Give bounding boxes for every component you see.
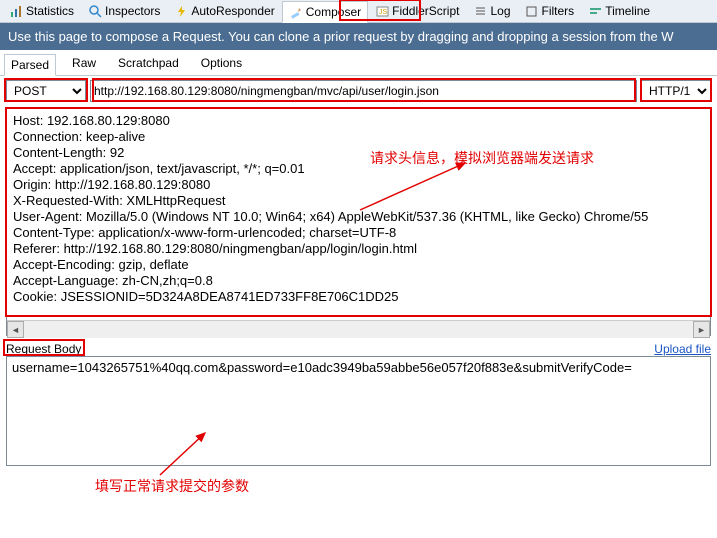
subtab-options[interactable]: Options <box>195 53 248 75</box>
subtab-scratchpad[interactable]: Scratchpad <box>112 53 185 75</box>
tab-log[interactable]: Log <box>466 0 517 22</box>
tab-filters[interactable]: Filters <box>518 0 582 22</box>
horizontal-scrollbar[interactable]: ◄ ► <box>7 320 710 338</box>
script-icon: JS <box>375 4 389 18</box>
main-tab-strip: Statistics Inspectors AutoResponder Comp… <box>0 0 717 23</box>
request-headers-textarea[interactable] <box>7 109 710 317</box>
http-version-select[interactable]: HTTP/1.1 <box>641 80 711 102</box>
request-line: POST HTTP/1.1 <box>0 76 717 106</box>
http-method-select[interactable]: POST <box>6 80 86 102</box>
headers-container: ◄ ► <box>6 108 711 336</box>
subtab-raw[interactable]: Raw <box>66 53 102 75</box>
tab-fiddlerscript[interactable]: JS FiddlerScript <box>368 0 466 22</box>
tab-label: Statistics <box>26 4 74 18</box>
bolt-icon <box>174 4 188 18</box>
tab-label: Timeline <box>605 4 650 18</box>
magnifier-icon <box>88 4 102 18</box>
tab-label: Inspectors <box>105 4 160 18</box>
pencil-icon <box>289 5 303 19</box>
tab-inspectors[interactable]: Inspectors <box>81 0 167 22</box>
request-body-textarea[interactable] <box>6 356 711 466</box>
subtab-parsed[interactable]: Parsed <box>4 54 56 76</box>
composer-hint: Use this page to compose a Request. You … <box>0 23 717 50</box>
request-body-label: Request Body <box>6 342 81 356</box>
tab-label: AutoResponder <box>191 4 274 18</box>
composer-sub-tabs: Parsed Raw Scratchpad Options <box>0 50 717 76</box>
tab-label: FiddlerScript <box>392 4 459 18</box>
tab-label: Log <box>490 4 510 18</box>
bar-chart-icon <box>9 4 23 18</box>
list-icon <box>473 4 487 18</box>
body-header-row: Request Body Upload file <box>0 340 717 356</box>
tab-composer[interactable]: Composer <box>282 1 368 23</box>
tab-label: Filters <box>542 4 575 18</box>
upload-file-link[interactable]: Upload file <box>654 342 711 356</box>
annotation-body: 填写正常请求提交的参数 <box>95 476 249 496</box>
tab-autoresponder[interactable]: AutoResponder <box>167 0 281 22</box>
scroll-right-button[interactable]: ► <box>693 321 710 338</box>
url-input[interactable] <box>90 80 637 102</box>
tab-label: Composer <box>306 5 361 19</box>
tab-timeline[interactable]: Timeline <box>581 0 657 22</box>
svg-text:JS: JS <box>379 9 388 16</box>
tab-statistics[interactable]: Statistics <box>2 0 81 22</box>
scroll-left-button[interactable]: ◄ <box>7 321 24 338</box>
timeline-icon <box>588 4 602 18</box>
checkbox-icon <box>525 4 539 18</box>
